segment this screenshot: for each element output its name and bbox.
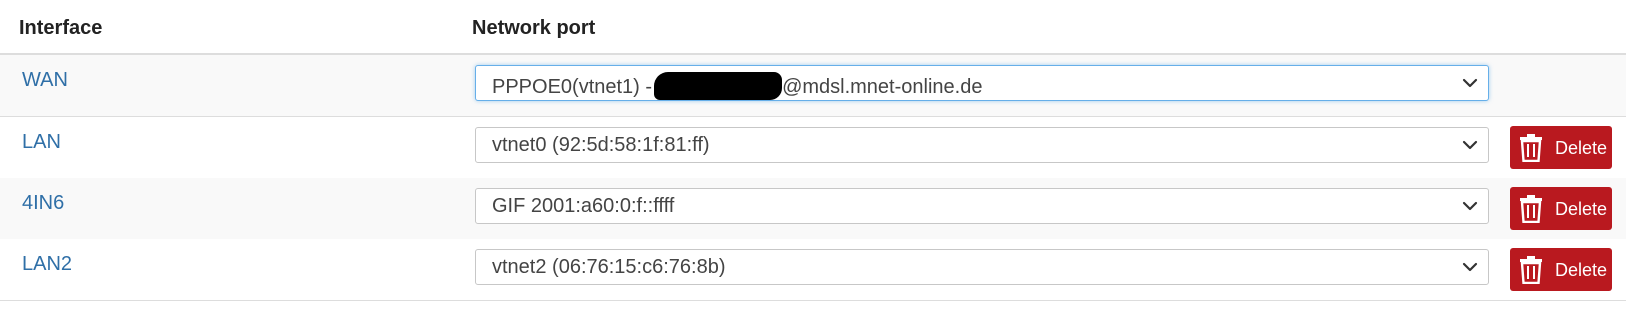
network-port-select-lan[interactable]: vtnet0 (92:5d:58:1f:81:ff) [475, 127, 1489, 163]
redaction-mark [654, 72, 783, 100]
chevron-down-icon [1462, 140, 1478, 150]
trash-icon [1520, 256, 1542, 284]
network-port-select-wan[interactable]: PPPOE0(vtnet1) - @mdsl.mnet-online.de [475, 65, 1489, 101]
delete-label: Delete [1555, 260, 1608, 280]
delete-label: Delete [1555, 138, 1608, 158]
chevron-down-icon [1462, 262, 1478, 272]
chevron-down-icon [1462, 78, 1478, 88]
network-port-select-4in6[interactable]: GIF 2001:a60:0:f::ffff [475, 188, 1489, 224]
table-row-wan: WAN PPPOE0(vtnet1) - @mdsl.mnet-online.de [0, 55, 1626, 117]
delete-button-lan[interactable]: Delete [1510, 126, 1612, 169]
table-row-lan2: LAN2 vtnet2 (06:76:15:c6:76:8b) Delete [0, 239, 1626, 301]
interface-link-lan2[interactable]: LAN2 [22, 253, 72, 276]
trash-icon [1520, 195, 1542, 223]
select-value-lan2: vtnet2 (06:76:15:c6:76:8b) [492, 256, 726, 278]
select-value-4in6: GIF 2001:a60:0:f::ffff [492, 195, 675, 217]
chevron-down-icon [1462, 201, 1478, 211]
table-row-lan: LAN vtnet0 (92:5d:58:1f:81:ff) Delete [0, 117, 1626, 179]
delete-label: Delete [1555, 199, 1608, 219]
interface-link-wan[interactable]: WAN [22, 69, 68, 92]
network-port-select-lan2[interactable]: vtnet2 (06:76:15:c6:76:8b) [475, 249, 1489, 285]
select-value-lan: vtnet0 (92:5d:58:1f:81:ff) [492, 134, 710, 156]
select-value-wan: PPPOE0(vtnet1) - @mdsl.mnet-online.de [492, 72, 982, 100]
interface-link-lan[interactable]: LAN [22, 131, 61, 154]
table-row-4in6: 4IN6 GIF 2001:a60:0:f::ffff Delete [0, 178, 1626, 240]
delete-button-4in6[interactable]: Delete [1510, 187, 1612, 230]
table-header: Interface Network port [0, 0, 1626, 55]
header-interface: Interface [19, 17, 103, 39]
trash-icon [1520, 134, 1542, 162]
interface-link-4in6[interactable]: 4IN6 [22, 192, 64, 215]
delete-button-lan2[interactable]: Delete [1510, 248, 1612, 291]
header-network-port: Network port [472, 17, 596, 39]
